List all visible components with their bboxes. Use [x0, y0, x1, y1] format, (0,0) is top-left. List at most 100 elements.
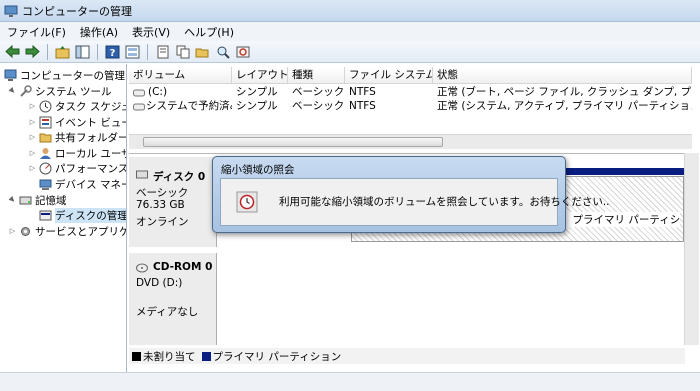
computer-management-icon: [4, 5, 18, 17]
navigation-tree: コンピューターの管理 ▲ システム ツール ▷ タスク スケジュ ▷ イベント …: [0, 64, 127, 372]
drive-icon: [133, 89, 145, 96]
tree-item-shared-folders[interactable]: ▷ 共有フォルダー: [28, 129, 127, 145]
task-scheduler-icon: [39, 100, 52, 113]
tree-item-local-users[interactable]: ▷ ローカル ユーザ: [28, 145, 126, 161]
column-header-status[interactable]: 状態: [433, 67, 692, 83]
volume-list-header: ボリューム レイアウト 種類 ファイル システム 状態: [129, 67, 692, 84]
disk-state: オンライン: [136, 216, 189, 228]
tree-item-task-scheduler[interactable]: ▷ タスク スケジュ: [28, 98, 127, 114]
tree-item-system-tools[interactable]: ▲ システム ツール: [8, 83, 112, 99]
cdrom-drive: DVD (D:): [136, 277, 183, 289]
clock-icon: [236, 191, 258, 213]
tree-item-label: タスク スケジュ: [55, 100, 127, 113]
toolbar-separator: [97, 43, 98, 60]
expand-arrow-icon[interactable]: ▷: [28, 118, 37, 126]
tree-item-services-apps[interactable]: ▷ サービスとアプリケ: [8, 223, 127, 239]
event-viewer-icon: [39, 116, 52, 129]
expand-arrow-icon[interactable]: ▷: [28, 133, 37, 141]
forward-icon[interactable]: [24, 43, 41, 60]
disk-icon: [136, 170, 148, 179]
tree-item-label: 記憶域: [35, 194, 67, 207]
menu-help[interactable]: ヘルプ(H): [177, 24, 241, 40]
tree-item-performance[interactable]: ▷ パフォーマンス: [28, 160, 127, 176]
open-folder-icon[interactable]: [194, 43, 211, 60]
computer-management-icon: [4, 69, 17, 82]
volume-filesystem: NTFS: [349, 100, 376, 112]
menu-bar: ファイル(F) 操作(A) 表示(V) ヘルプ(H): [0, 22, 700, 41]
vertical-scrollbar[interactable]: [684, 153, 699, 345]
drive-icon: [133, 103, 145, 110]
tree-item-device-manager[interactable]: デバイス マネー: [39, 176, 126, 192]
cdrom-icon: [136, 263, 148, 273]
show-hide-tree-icon[interactable]: [74, 43, 91, 60]
local-users-icon: [39, 147, 52, 160]
table-row[interactable]: (C:) シンプル ベーシック NTFS 正常 (ブート, ページ ファイル, …: [129, 85, 692, 100]
help-icon[interactable]: ?: [104, 43, 121, 60]
volume-layout: シンプル: [236, 86, 278, 98]
cdrom-0-label[interactable]: CD-ROM 0 DVD (D:) メディアなし: [129, 253, 217, 345]
collapse-arrow-icon[interactable]: ▲: [6, 85, 18, 97]
dialog-message: 利用可能な縮小領域のボリュームを照会しています。お待ちください..: [279, 196, 610, 208]
volume-name: システムで予約済み: [146, 100, 232, 112]
volume-type: ベーシック: [292, 100, 345, 112]
tree-item-label: パフォーマンス: [55, 162, 127, 175]
legend: 未割り当て プライマリ パーティション: [129, 348, 685, 364]
legend-item-primary: プライマリ パーティション: [201, 349, 342, 364]
legend-label: プライマリ パーティション: [212, 350, 342, 363]
column-header-layout[interactable]: レイアウト: [232, 67, 288, 83]
disk-type: ベーシック: [136, 187, 189, 199]
refresh-icon[interactable]: [234, 43, 251, 60]
properties-icon[interactable]: [154, 43, 171, 60]
cdrom-name: CD-ROM 0: [153, 261, 213, 273]
expand-arrow-icon[interactable]: ▷: [28, 164, 37, 172]
column-header-volume[interactable]: ボリューム: [129, 67, 232, 83]
collapse-arrow-icon[interactable]: ▲: [6, 194, 18, 206]
scrollbar-thumb[interactable]: [143, 137, 443, 147]
performance-icon: [39, 162, 52, 175]
device-manager-icon: [39, 178, 52, 191]
expand-arrow-icon[interactable]: ▷: [28, 149, 37, 157]
menu-action[interactable]: 操作(A): [73, 24, 125, 40]
table-row[interactable]: システムで予約済み シンプル ベーシック NTFS 正常 (システム, アクティ…: [129, 99, 692, 114]
legend-swatch: [201, 351, 211, 361]
shrink-query-dialog: 縮小領域の照会 利用可能な縮小領域のボリュームを照会しています。お待ちください.…: [212, 156, 610, 233]
status-bar: [0, 372, 700, 391]
legend-label: 未割り当て: [143, 350, 196, 363]
tree-item-label: システム ツール: [35, 85, 112, 98]
menu-file[interactable]: ファイル(F): [0, 24, 73, 40]
tree-item-label: 共有フォルダー: [55, 131, 127, 144]
tree-item-label: ディスクの管理: [55, 207, 127, 223]
expand-arrow-icon[interactable]: ▷: [8, 227, 17, 235]
svg-text:?: ?: [110, 48, 116, 59]
tree-item-label: コンピューターの管理: [20, 69, 125, 82]
tree-item-disk-management[interactable]: ディスクの管理: [39, 207, 127, 223]
tree-item-label: サービスとアプリケ: [35, 225, 127, 238]
volume-name: (C:): [148, 86, 168, 98]
copy-icon[interactable]: [174, 43, 191, 60]
column-header-filesystem[interactable]: ファイル システム: [345, 67, 433, 83]
legend-swatch: [132, 351, 141, 361]
tree-item-event-viewer[interactable]: ▷ イベント ビュー: [28, 114, 126, 130]
horizontal-scrollbar[interactable]: [129, 134, 692, 149]
tree-item-storage[interactable]: ▲ 記憶域: [8, 192, 67, 208]
volume-filesystem: NTFS: [349, 86, 376, 98]
services-icon: [19, 225, 32, 238]
console-icon[interactable]: [124, 43, 141, 60]
back-icon[interactable]: [4, 43, 21, 60]
tree-item-computer-management[interactable]: コンピューターの管理: [4, 67, 125, 83]
dialog-title: 縮小領域の照会: [221, 164, 295, 176]
legend-item-unallocated: 未割り当て: [132, 349, 196, 364]
up-folder-icon[interactable]: [54, 43, 71, 60]
partition-status-text: 、プライマリ パーティシ: [562, 212, 681, 227]
disk-0-label[interactable]: ディスク 0 ベーシック 76.33 GB オンライン: [129, 157, 217, 247]
toolbar: ?: [0, 41, 700, 63]
cdrom-media: メディアなし: [136, 306, 199, 318]
volume-type: ベーシック: [292, 86, 345, 98]
volume-status: 正常 (システム, アクティブ, プライマリ パーティション): [437, 100, 692, 112]
expand-arrow-icon[interactable]: ▷: [28, 102, 37, 110]
column-header-type[interactable]: 種類: [288, 67, 345, 83]
menu-view[interactable]: 表示(V): [125, 24, 177, 40]
search-icon[interactable]: [214, 43, 231, 60]
toolbar-separator: [47, 43, 48, 60]
storage-icon: [19, 194, 32, 207]
